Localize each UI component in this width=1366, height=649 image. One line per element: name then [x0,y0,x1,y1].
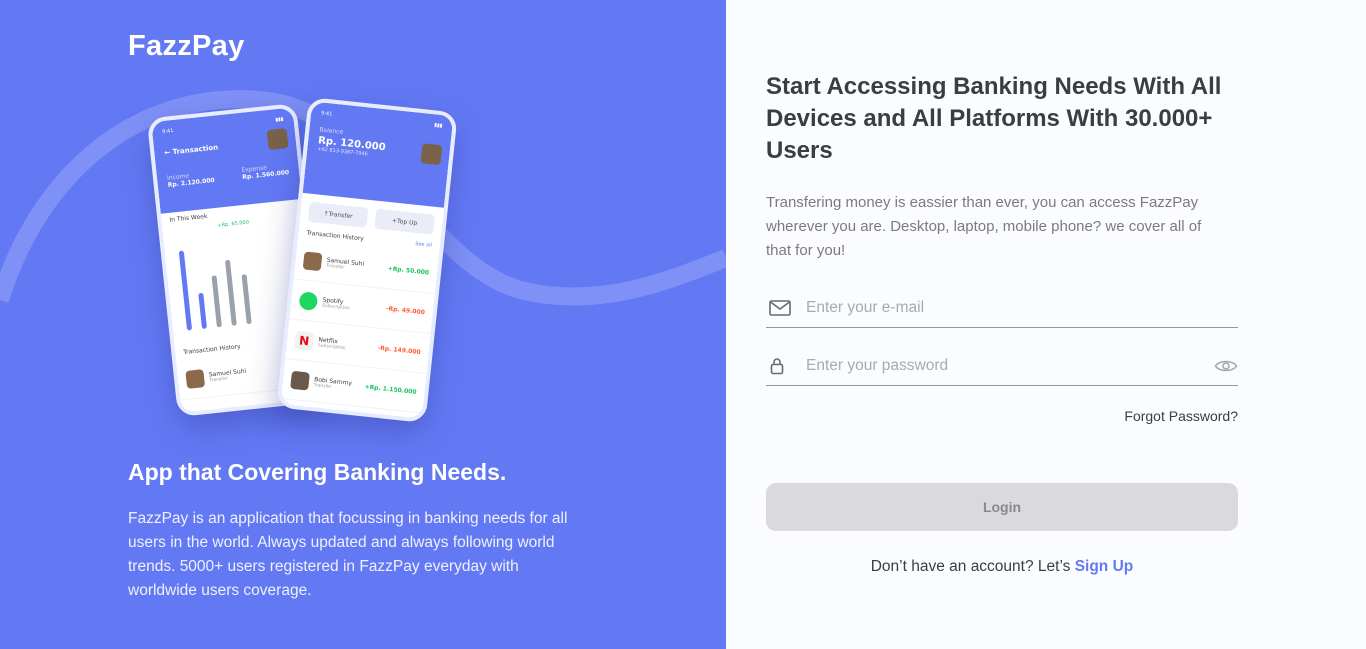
email-field [766,288,1238,328]
phone-screen-title: Transaction [172,143,219,157]
avatar [266,128,289,151]
spotify-icon [298,290,319,311]
transfer-button: ↑ Transfer [307,201,369,228]
password-input[interactable] [806,356,1208,375]
bar [224,259,237,326]
hero-description: FazzPay is an application that focussing… [128,510,568,599]
signup-prompt: Don’t have an account? Let’s Sign Up [766,558,1238,576]
back-arrow-icon: ← [163,148,171,157]
mail-icon [766,299,806,316]
tx-amount: -Rp. 49.000 [385,305,426,317]
avatar [185,368,206,389]
bar [211,275,222,328]
avatar [420,143,443,166]
tx-type: Subscription [321,303,351,311]
netflix-icon: N [294,330,315,351]
tx-amount: +Rp. 1.150.000 [364,383,417,396]
tx-type: Subscription [317,342,346,351]
brand-logo: FazzPay [128,30,245,62]
hero-title: App that Covering Banking Needs. [128,459,507,485]
forgot-password-link[interactable]: Forgot Password? [1060,408,1238,424]
password-field [766,346,1238,386]
signup-link[interactable]: Sign Up [1075,558,1134,575]
lock-icon [766,357,806,375]
login-button[interactable]: Login [766,483,1238,531]
eye-icon[interactable] [1208,358,1238,374]
bar [241,274,252,325]
phone-header: 9:41 ▮▮▮ ← Transaction Income Rp. 2.120.00… [151,107,302,214]
avatar [302,250,323,271]
phone-header: 9:41 ▮▮▮ Balance Rp. 120.000 +62 813-9387… [302,101,454,208]
hero-panel: FazzPay 9:41 ▮▮▮ ← Transaction Income Rp. … [0,0,726,649]
email-input[interactable] [806,298,1238,317]
login-description: Transfering money is eassier than ever, … [766,194,1202,259]
topup-button: + Top Up [374,208,436,235]
see-all-link: See all [414,240,433,249]
status-time: 9:41 [320,110,333,118]
tx-amount: -Rp. 149.000 [377,344,421,357]
signup-prompt-text: Don’t have an account? Let’s [870,558,1071,575]
login-heading: Start Accessing Banking Needs With All D… [766,73,1222,164]
bar [198,292,207,330]
tx-amount: +Rp. 50.000 [387,265,430,277]
week-label: In This Week [169,212,208,224]
bar [178,250,193,331]
avatar [290,370,310,391]
status-time: 9:41 [161,127,174,136]
